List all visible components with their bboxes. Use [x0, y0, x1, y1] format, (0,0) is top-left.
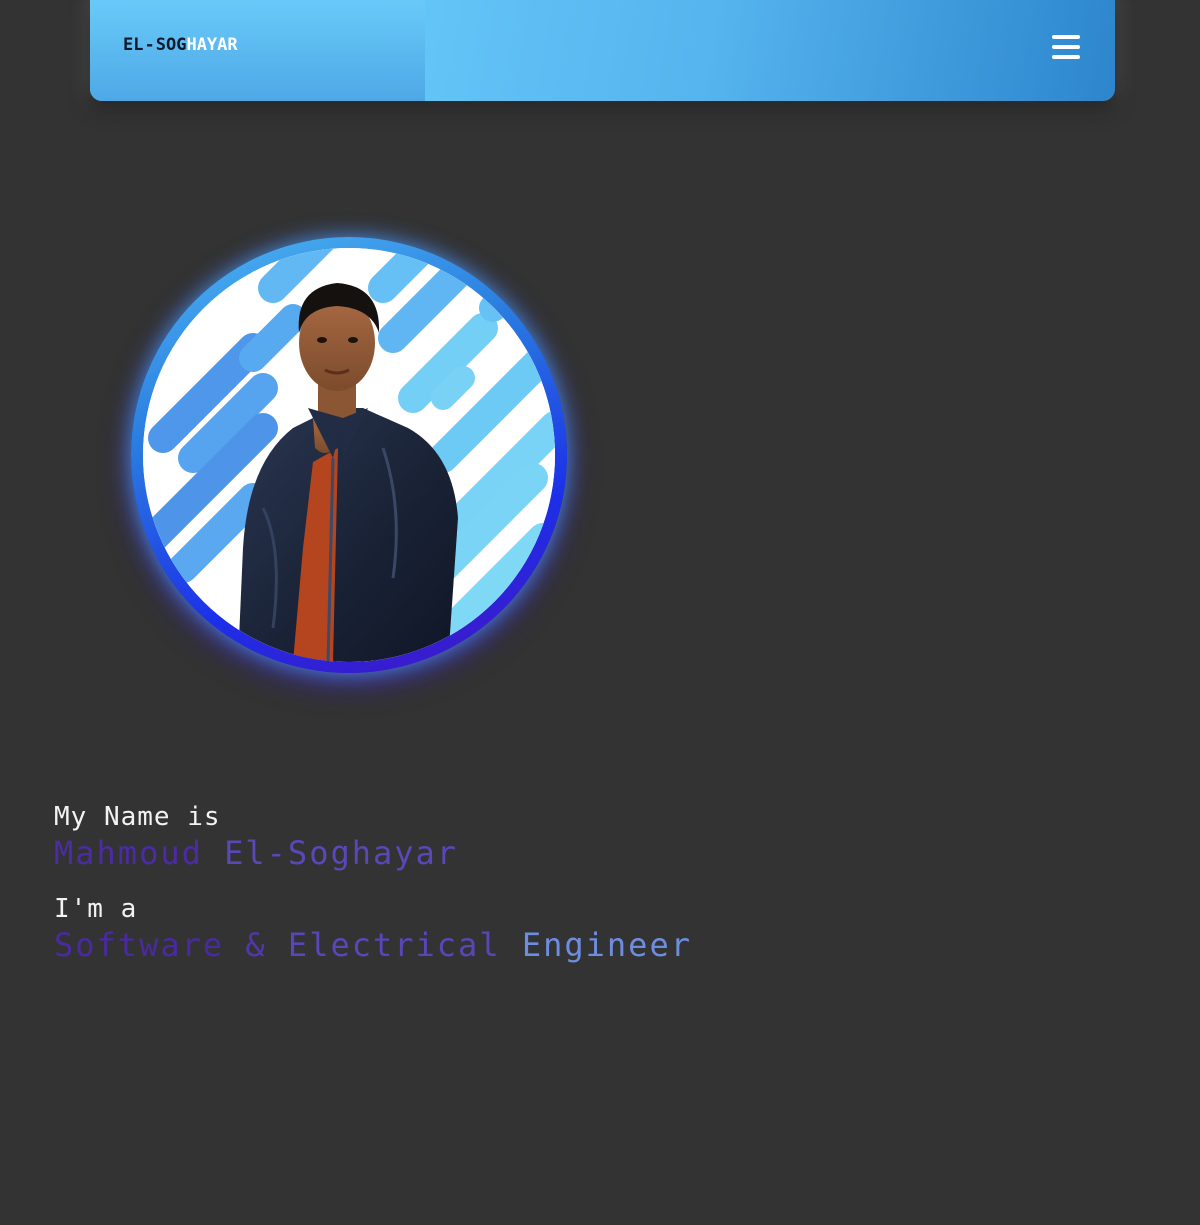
role-label: I'm a: [54, 894, 138, 924]
brand-panel: EL-SOGHAYAR: [90, 0, 425, 101]
first-name: Mahmoud: [54, 834, 203, 872]
full-name: Mahmoud El-Soghayar: [54, 834, 692, 872]
intro-section: My Name is Mahmoud El-Soghayar I'm a Sof…: [54, 800, 692, 964]
menu-bar-top: [1052, 35, 1080, 39]
role-word-software: Software: [54, 926, 225, 964]
menu-bar-bottom: [1052, 55, 1080, 59]
role-word-and: &: [245, 926, 267, 964]
hamburger-menu-icon[interactable]: [1052, 35, 1082, 63]
brand-part-sog: SOG: [155, 35, 187, 55]
last-name: El-Soghayar: [224, 834, 459, 872]
name-label: My Name is: [54, 802, 221, 832]
brand-dash: -: [144, 35, 155, 55]
brand-logo[interactable]: EL-SOGHAYAR: [123, 35, 238, 55]
role-word-engineer: Engineer: [521, 926, 692, 964]
brand-part-el: EL: [123, 35, 144, 55]
top-navbar: EL-SOGHAYAR: [90, 0, 1115, 101]
role-title: Software & Electrical Engineer: [54, 926, 692, 964]
role-word-electrical: Electrical: [287, 926, 501, 964]
avatar-ring: [131, 237, 567, 673]
avatar: [143, 248, 555, 662]
menu-bar-middle: [1052, 45, 1080, 49]
brand-part-hayar: HAYAR: [186, 35, 238, 55]
profile-photo-icon: [143, 248, 555, 662]
